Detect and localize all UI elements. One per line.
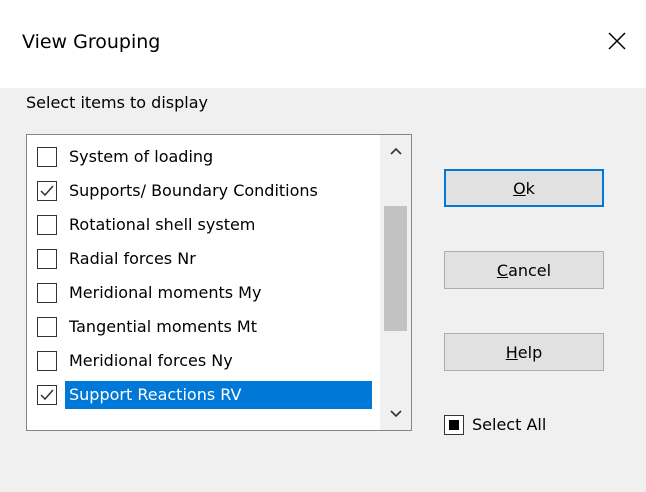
- title-bar: View Grouping: [0, 0, 646, 88]
- list-item[interactable]: Meridional moments My: [27, 276, 380, 310]
- scroll-thumb[interactable]: [384, 206, 407, 331]
- help-mnemonic: H: [505, 342, 518, 362]
- close-icon: [607, 31, 627, 55]
- item-label: Rotational shell system: [69, 215, 256, 234]
- scroll-down-button[interactable]: [380, 398, 411, 430]
- indeterminate-mark: [449, 420, 459, 430]
- items-listbox[interactable]: System of loading Supports/ Boundary Con…: [26, 134, 412, 431]
- list-item[interactable]: Tangential moments Mt: [27, 310, 380, 344]
- item-checkbox[interactable]: [37, 215, 57, 235]
- checkmark-icon: [40, 389, 54, 401]
- item-label: Supports/ Boundary Conditions: [69, 181, 318, 200]
- item-label: System of loading: [69, 147, 214, 166]
- cancel-button[interactable]: Cancel: [444, 251, 604, 289]
- close-button[interactable]: [594, 20, 640, 66]
- vertical-scrollbar[interactable]: [380, 135, 411, 430]
- help-label: elp: [517, 342, 543, 362]
- instruction-label: Select items to display: [26, 93, 208, 112]
- ok-label: k: [525, 178, 535, 198]
- item-checkbox[interactable]: [37, 317, 57, 337]
- select-all-box[interactable]: [444, 415, 464, 435]
- item-checkbox[interactable]: [37, 249, 57, 269]
- list-item[interactable]: Meridional forces Ny: [27, 344, 380, 378]
- chevron-down-icon: [389, 410, 402, 418]
- list-item-selected[interactable]: Support Reactions RV: [27, 378, 380, 412]
- list-item[interactable]: Supports/ Boundary Conditions: [27, 174, 380, 208]
- item-label: Meridional forces Ny: [69, 351, 233, 370]
- checkmark-icon: [40, 185, 54, 197]
- list-item[interactable]: Radial forces Nr: [27, 242, 380, 276]
- cancel-mnemonic: C: [496, 260, 509, 280]
- chevron-up-icon: [389, 147, 402, 155]
- item-label: Tangential moments Mt: [69, 317, 257, 336]
- list-item[interactable]: Rotational shell system: [27, 208, 380, 242]
- item-checkbox[interactable]: [37, 283, 57, 303]
- ok-mnemonic: O: [513, 178, 526, 198]
- list-item[interactable]: System of loading: [27, 140, 380, 174]
- item-checkbox[interactable]: [37, 351, 57, 371]
- scroll-up-button[interactable]: [380, 135, 411, 167]
- item-checkbox[interactable]: [37, 181, 57, 201]
- item-label: Support Reactions RV: [65, 381, 372, 409]
- window-title: View Grouping: [22, 31, 161, 53]
- ok-button[interactable]: Ok: [444, 169, 604, 207]
- cancel-label: ancel: [508, 260, 552, 280]
- item-label: Meridional moments My: [69, 283, 262, 302]
- list-items: System of loading Supports/ Boundary Con…: [27, 135, 380, 430]
- item-label: Radial forces Nr: [69, 249, 196, 268]
- item-checkbox[interactable]: [37, 385, 57, 405]
- select-all-label: Select All: [472, 415, 547, 434]
- item-checkbox[interactable]: [37, 147, 57, 167]
- help-button[interactable]: Help: [444, 333, 604, 371]
